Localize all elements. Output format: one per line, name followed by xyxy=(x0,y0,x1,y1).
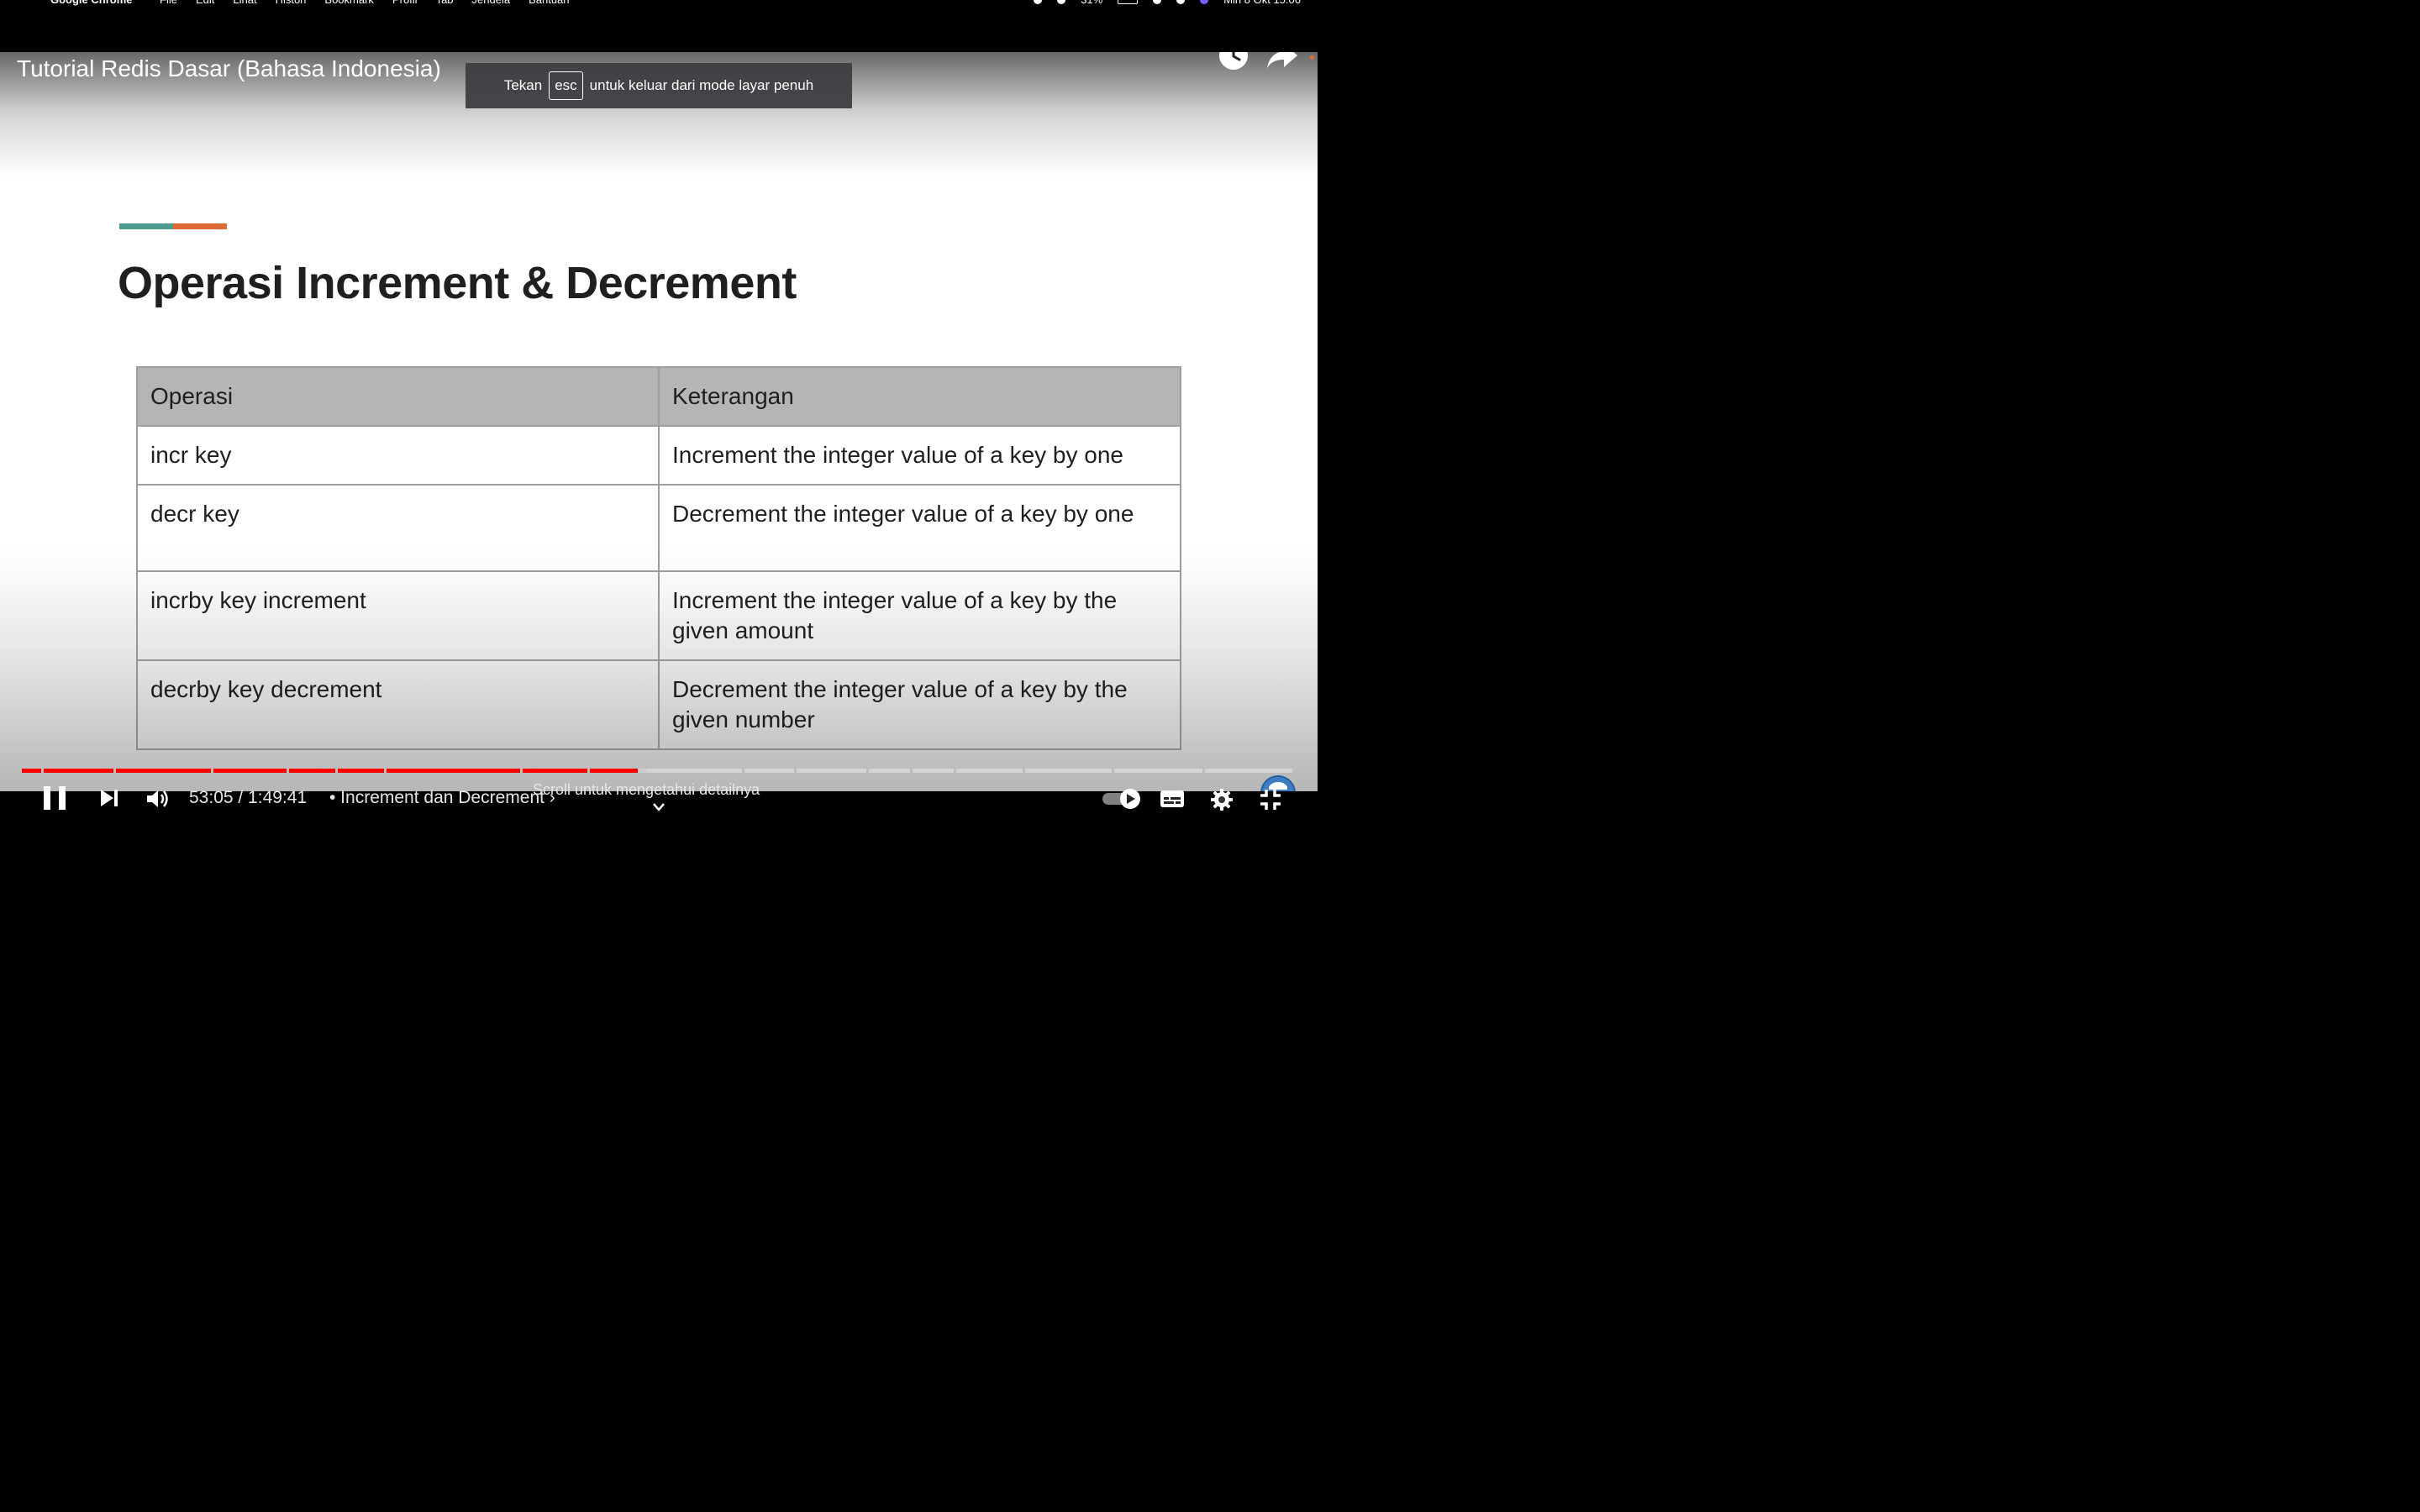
hint-prefix: Tekan xyxy=(503,77,543,93)
hint-suffix: untuk keluar dari mode layar penuh xyxy=(589,77,814,93)
table-header-keterangan: Keterangan xyxy=(658,366,1181,427)
menubar-app-name[interactable]: Google Chrome xyxy=(50,0,133,7)
pause-icon xyxy=(44,786,50,810)
siri-icon[interactable] xyxy=(1200,0,1209,4)
notification-dot xyxy=(1310,55,1314,60)
video-title[interactable]: Tutorial Redis Dasar (Bahasa Indonesia) xyxy=(17,52,441,86)
exit-fullscreen-button[interactable] xyxy=(1259,788,1282,811)
wifi-icon[interactable] xyxy=(1153,0,1162,4)
scroll-for-details-hint[interactable]: Scroll untuk mengetahui detailnya xyxy=(533,780,760,800)
captions-icon xyxy=(1160,790,1184,807)
spotlight-search-icon[interactable] xyxy=(1176,0,1186,4)
slide-title: Operasi Increment & Decrement xyxy=(118,258,797,308)
share-button[interactable] xyxy=(1265,52,1299,71)
table-cell-operation: decr key xyxy=(136,484,660,572)
chapter-segment[interactable] xyxy=(638,769,742,773)
chapter-segment[interactable] xyxy=(744,769,794,773)
battery-icon[interactable] xyxy=(1118,0,1139,4)
settings-button[interactable] xyxy=(1210,788,1234,811)
chapter-segment[interactable] xyxy=(289,769,335,773)
macos-menu-bar: Google Chrome File Edit Lihat Histori Bo… xyxy=(0,0,1318,7)
accent-orange xyxy=(173,223,227,229)
esc-key-badge: esc xyxy=(549,71,583,100)
menubar-status-area: 31% Min 8 Okt 15:06 xyxy=(1034,0,1301,7)
table-row: incrby key increment Increment the integ… xyxy=(136,570,1181,661)
menu-item-bantuan[interactable]: Bantuan xyxy=(529,0,569,7)
table-row: decr key Decrement the integer value of … xyxy=(136,484,1181,572)
autoplay-toggle-icon xyxy=(1102,789,1140,809)
chapter-title-button[interactable]: • Increment dan Decrement › xyxy=(329,786,555,810)
table-cell-operation: incrby key increment xyxy=(136,570,660,661)
chapter-segment[interactable] xyxy=(213,769,287,773)
table-cell-description: Increment the integer value of a key by … xyxy=(658,425,1181,486)
time-display: 53:05 / 1:49:41 xyxy=(189,788,308,807)
autoplay-toggle[interactable] xyxy=(1101,788,1143,810)
chapter-segment[interactable] xyxy=(869,769,910,773)
menu-item-profil[interactable]: Profil xyxy=(392,0,418,7)
video-frame[interactable]: Operasi Increment & Decrement Operasi Ke… xyxy=(0,52,1318,791)
table-cell-operation: decrby key decrement xyxy=(136,659,660,750)
table-row: incr key Increment the integer value of … xyxy=(136,425,1181,486)
chapter-segment[interactable] xyxy=(1114,769,1202,773)
watch-later-icon xyxy=(1219,52,1248,70)
menu-item-file[interactable]: File xyxy=(160,0,177,7)
menubar-items: File Edit Lihat Histori Bookmark Profil … xyxy=(160,0,570,7)
progress-bar[interactable] xyxy=(22,769,1295,773)
menu-item-histori[interactable]: Histori xyxy=(276,0,307,7)
player-controls: 53:05 / 1:49:41 • Increment dan Decremen… xyxy=(0,781,1318,823)
menu-item-edit[interactable]: Edit xyxy=(196,0,214,7)
chapter-segment[interactable] xyxy=(44,769,113,773)
chapter-segment[interactable] xyxy=(956,769,1023,773)
chapter-segment[interactable] xyxy=(913,769,954,773)
volume-icon xyxy=(147,790,168,807)
table-header-row: Operasi Keterangan xyxy=(136,366,1181,427)
menubar-datetime[interactable]: Min 8 Okt 15:06 xyxy=(1223,0,1301,7)
next-icon xyxy=(101,790,118,806)
chapter-segment[interactable] xyxy=(590,769,638,773)
chevron-down-icon[interactable] xyxy=(652,801,666,813)
control-center-icon[interactable] xyxy=(1034,0,1043,4)
table-cell-description: Increment the integer value of a key by … xyxy=(658,570,1181,661)
chapter-segment[interactable] xyxy=(387,769,520,773)
captions-button[interactable] xyxy=(1160,790,1185,808)
share-icon xyxy=(1267,52,1297,68)
table-header-operasi: Operasi xyxy=(136,366,660,427)
menu-item-bookmark[interactable]: Bookmark xyxy=(324,0,374,7)
table-row: decrby key decrement Decrement the integ… xyxy=(136,659,1181,750)
settings-icon xyxy=(1211,789,1233,811)
menu-item-jendela[interactable]: Jendela xyxy=(472,0,511,7)
accent-teal xyxy=(119,223,173,229)
menu-item-tab[interactable]: Tab xyxy=(436,0,454,7)
chapter-segment[interactable] xyxy=(1025,769,1112,773)
battery-percent: 31% xyxy=(1081,0,1102,7)
chapter-segment[interactable] xyxy=(523,769,587,773)
next-button[interactable] xyxy=(99,788,119,808)
watch-later-button[interactable] xyxy=(1218,52,1249,71)
menu-item-lihat[interactable]: Lihat xyxy=(233,0,256,7)
pause-button[interactable] xyxy=(44,786,66,810)
chapter-segment[interactable] xyxy=(116,769,211,773)
slide-accent-bar xyxy=(119,223,227,229)
pause-icon-bar xyxy=(59,786,66,810)
operations-table: Operasi Keterangan incr key Increment th… xyxy=(136,366,1181,750)
chapter-segment[interactable] xyxy=(22,769,41,773)
fullscreen-youtube-player: Google Chrome File Edit Lihat Histori Bo… xyxy=(0,0,1318,823)
table-cell-description: Decrement the integer value of a key by … xyxy=(658,659,1181,750)
fullscreen-exit-hint: Tekan esc untuk keluar dari mode layar p… xyxy=(466,63,852,108)
table-cell-operation: incr key xyxy=(136,425,660,486)
focus-icon[interactable] xyxy=(1057,0,1066,4)
exit-fullscreen-icon xyxy=(1260,790,1281,810)
volume-button[interactable] xyxy=(145,786,170,811)
chapter-segment[interactable] xyxy=(1205,769,1292,773)
buffered-segment xyxy=(638,769,646,773)
chapter-segment[interactable] xyxy=(338,769,384,773)
table-cell-description: Decrement the integer value of a key by … xyxy=(658,484,1181,572)
chapter-segment[interactable] xyxy=(797,769,866,773)
